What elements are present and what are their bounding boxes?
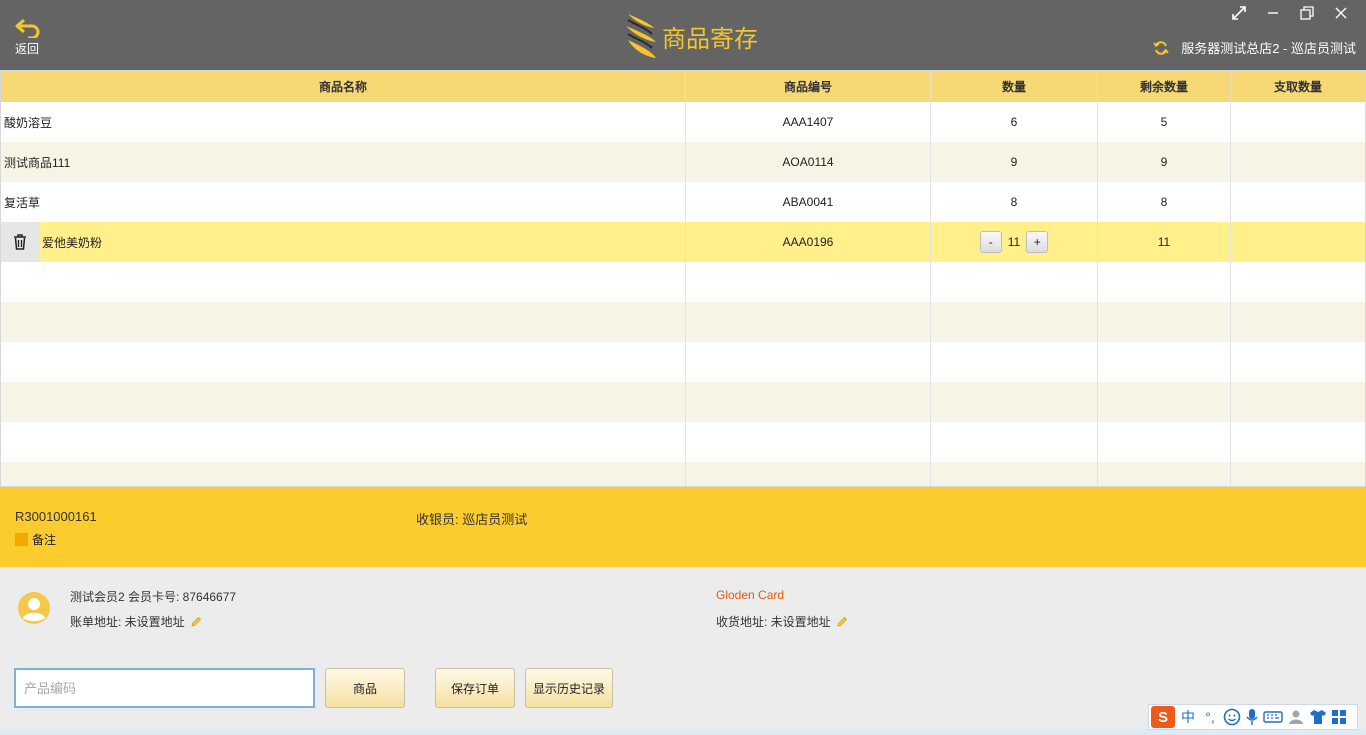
show-history-button[interactable]: 显示历史记录 <box>525 668 613 708</box>
empty-row <box>1 302 1365 342</box>
keyboard-icon[interactable] <box>1263 710 1283 724</box>
member-card-level: Gloden Card <box>716 588 785 602</box>
empty-row <box>1 382 1365 422</box>
note-button[interactable]: 备注 <box>15 531 56 548</box>
trash-icon <box>14 234 26 250</box>
goods-button[interactable]: 商品 <box>325 668 405 708</box>
window-controls <box>1222 2 1358 24</box>
app-logo-icon <box>626 14 656 58</box>
order-number: R3001000161 <box>15 509 97 524</box>
increment-button[interactable]: + <box>1026 231 1049 253</box>
decrement-button[interactable]: - <box>979 231 1002 253</box>
cell-name: 酸奶溶豆 <box>1 102 686 142</box>
note-icon <box>15 533 28 546</box>
ime-mode-toggle[interactable]: 中 <box>1179 707 1197 727</box>
cashier-label: 收银员: 巡店员测试 <box>416 512 528 527</box>
table-row-selected[interactable]: 爱他美奶粉 AAA0196 - 11 + 11 <box>1 222 1365 262</box>
cell-name: 测试商品111 <box>1 142 686 182</box>
cell-withdraw[interactable] <box>1231 142 1365 182</box>
member-info: 测试会员2 会员卡号: 87646677 <box>70 590 237 604</box>
col-header-withdraw[interactable]: 支取数量 <box>1231 71 1365 102</box>
cell-qty: 6 <box>931 102 1098 142</box>
cell-name-with-delete: 爱他美奶粉 <box>1 222 686 262</box>
empty-row <box>1 262 1365 302</box>
edit-shipping-icon[interactable] <box>836 616 848 628</box>
cell-remaining: 9 <box>1098 142 1231 182</box>
empty-row <box>1 462 1365 486</box>
back-label: 返回 <box>14 42 39 56</box>
empty-row <box>1 422 1365 462</box>
header-bar: 返回 商品寄存 服务器测试总店2 - 巡店员测试 <box>0 0 1366 70</box>
col-header-remaining[interactable]: 剩余数量 <box>1098 71 1231 102</box>
expand-icon <box>1232 6 1246 20</box>
delete-row-button[interactable] <box>1 222 39 262</box>
table-row[interactable]: 酸奶溶豆 AAA1407 6 5 <box>1 102 1365 142</box>
cell-remaining: 11 <box>1098 222 1231 262</box>
goods-table: 商品名称 商品编号 数量 剩余数量 支取数量 酸奶溶豆 AAA1407 6 5 … <box>0 70 1366 487</box>
ime-punctuation-toggle[interactable]: °, <box>1201 709 1219 725</box>
billing-address-text: 账单地址: 未设置地址 <box>70 615 185 629</box>
close-button[interactable] <box>1324 2 1358 24</box>
quantity-stepper: - 11 + <box>979 231 1049 253</box>
col-header-name[interactable]: 商品名称 <box>1 71 686 102</box>
shipping-address-text: 收货地址: 未设置地址 <box>716 615 831 629</box>
empty-row <box>1 342 1365 382</box>
table-row[interactable]: 复活草 ABA0041 8 8 <box>1 182 1365 222</box>
cell-remaining: 8 <box>1098 182 1231 222</box>
save-order-button[interactable]: 保存订单 <box>435 668 515 708</box>
cell-qty: 9 <box>931 142 1098 182</box>
page-title: 商品寄存 <box>662 24 758 53</box>
note-label: 备注 <box>32 533 57 547</box>
stepper-value: 11 <box>1007 235 1021 249</box>
refresh-icon[interactable] <box>1153 40 1169 56</box>
cell-name: 爱他美奶粉 <box>42 235 103 250</box>
cell-code: AAA0196 <box>686 222 931 262</box>
store-name: 服务器测试总店2 - 巡店员测试 <box>1181 41 1356 56</box>
restore-button[interactable] <box>1290 2 1324 24</box>
emoji-icon[interactable] <box>1223 708 1241 726</box>
table-row[interactable]: 测试商品111 AOA0114 9 9 <box>1 142 1365 182</box>
cell-code: AOA0114 <box>686 142 931 182</box>
cell-withdraw[interactable] <box>1231 102 1365 142</box>
cell-qty: 8 <box>931 182 1098 222</box>
minimize-icon <box>1268 12 1278 14</box>
back-arrow-icon <box>15 18 40 38</box>
col-header-code[interactable]: 商品编号 <box>686 71 931 102</box>
user-icon[interactable] <box>1287 708 1305 726</box>
order-info-band: R3001000161 备注 收银员: 巡店员测试 <box>0 487 1366 567</box>
microphone-icon[interactable] <box>1245 708 1259 726</box>
cell-remaining: 5 <box>1098 102 1231 142</box>
shipping-address: 收货地址: 未设置地址 <box>716 613 848 630</box>
ime-toolbar: S 中 °, <box>1148 704 1358 730</box>
edit-billing-icon[interactable] <box>190 616 202 628</box>
back-button[interactable]: 返回 <box>10 18 44 57</box>
col-header-qty[interactable]: 数量 <box>931 71 1098 102</box>
ime-logo-icon[interactable]: S <box>1151 706 1175 728</box>
billing-address: 账单地址: 未设置地址 <box>70 613 202 630</box>
restore-icon <box>1300 6 1314 20</box>
app-title-block: 商品寄存 <box>624 10 758 62</box>
table-header: 商品名称 商品编号 数量 剩余数量 支取数量 <box>1 71 1365 102</box>
close-icon <box>1335 7 1347 19</box>
cell-code: ABA0041 <box>686 182 931 222</box>
cell-withdraw[interactable] <box>1231 182 1365 222</box>
toolbox-icon[interactable] <box>1331 709 1347 725</box>
avatar-icon[interactable] <box>17 591 51 625</box>
minimize-button[interactable] <box>1256 2 1290 24</box>
store-indicator: 服务器测试总店2 - 巡店员测试 <box>1153 38 1356 57</box>
cell-code: AAA1407 <box>686 102 931 142</box>
cell-withdraw[interactable] <box>1231 222 1365 262</box>
cell-qty-stepper: - 11 + <box>931 222 1098 262</box>
cell-name: 复活草 <box>1 182 686 222</box>
product-code-input[interactable] <box>14 668 315 708</box>
skin-icon[interactable] <box>1309 708 1327 726</box>
fullscreen-button[interactable] <box>1222 2 1256 24</box>
